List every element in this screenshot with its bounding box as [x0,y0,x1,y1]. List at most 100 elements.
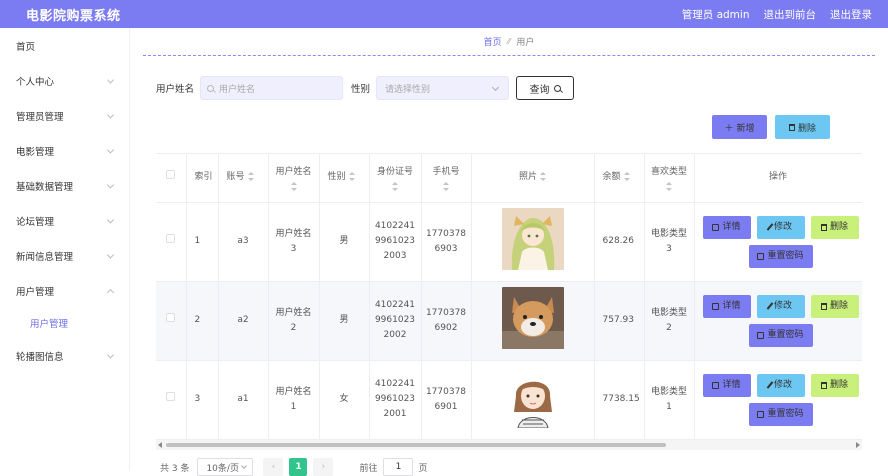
edit-button[interactable]: 修改 [756,294,805,318]
trash-icon [820,302,827,310]
col-name[interactable]: 用户姓名 [268,154,320,203]
goto-page-input[interactable]: 1 [383,458,414,476]
prev-page-button[interactable]: ‹ [263,458,284,476]
col-phone[interactable]: 手机号 [421,154,472,203]
chevron-down-icon [241,463,248,469]
breadcrumb-home[interactable]: 首页 [484,35,502,48]
detail-button[interactable]: 详情 [702,373,751,397]
cell-photo [471,281,595,361]
chevron-down-icon [106,350,115,359]
breadcrumb-separator-icon: ⁄⁄ [507,37,511,46]
page-size-select[interactable]: 10条/页 [197,458,254,476]
col-index: 索引 [186,154,219,203]
sort-icon[interactable] [392,181,398,191]
user-table: 索引 账号 用户姓名 性别 身份证号 手机号 照片 余额 喜欢类型 操作 1 a… [156,153,862,451]
logout-link[interactable]: 退出登录 [830,7,872,22]
row-select-cell [156,281,187,361]
reset-password-label: 重置密码 [767,408,804,419]
breadcrumb: 首页 ⁄⁄ 用户 [143,28,875,56]
batch-delete-button[interactable]: 删除 [775,115,830,139]
user-photo-anime-girl [501,207,564,270]
sidebar-item-movie-management[interactable]: 电影管理 [0,133,129,168]
sidebar-item-carousel[interactable]: 轮播图信息 [0,338,129,373]
col-photo[interactable]: 照片 [471,154,595,203]
add-button[interactable]: ＋ 新增 [712,115,767,139]
select-all-checkbox[interactable] [166,170,176,180]
sidebar-item-forum[interactable]: 论坛管理 [0,203,129,238]
pencil-icon [766,302,774,310]
cell-index: 2 [186,281,219,361]
col-balance-label: 余额 [602,172,621,183]
name-search-input[interactable]: 用户姓名 [200,76,344,100]
row-checkbox[interactable] [166,313,176,322]
sort-icon[interactable] [443,181,449,191]
batch-delete-label: 删除 [797,123,816,134]
sidebar-item-user-management[interactable]: 用户管理 [0,273,129,308]
sidebar-subitem-user-management[interactable]: 用户管理 [0,308,129,338]
cell-phone: 17703786901 [421,360,472,440]
sort-icon[interactable] [540,172,546,182]
cell-id-card: 410224199610232002 [369,281,422,361]
edit-label: 修改 [773,379,792,390]
delete-label: 删除 [829,221,848,232]
document-icon [757,410,765,418]
col-account[interactable]: 账号 [218,154,269,203]
sidebar-item-personal-center[interactable]: 个人中心 [0,63,129,98]
horizontal-scrollbar[interactable] [156,440,862,450]
cell-gender: 男 [319,281,370,361]
col-favorite[interactable]: 喜欢类型 [644,154,695,203]
col-id-card[interactable]: 身份证号 [369,154,422,203]
document-icon [712,302,720,310]
sort-icon[interactable] [247,172,254,182]
next-page-button[interactable]: › [313,458,334,476]
reset-password-button[interactable]: 重置密码 [748,244,813,268]
row-checkbox[interactable] [166,234,176,243]
query-button[interactable]: 查询 [516,76,575,100]
edit-label: 修改 [773,221,792,232]
sort-icon[interactable] [348,172,355,182]
chevron-down-icon [106,215,115,224]
table-row: 3 a1 用户姓名1 女 410224199610232001 17703786… [156,360,862,440]
sidebar-item-news[interactable]: 新闻信息管理 [0,238,129,273]
detail-button[interactable]: 详情 [702,215,751,239]
chevron-down-icon [491,83,500,92]
top-right-links: 管理员 admin 退出到前台 退出登录 [682,7,872,22]
delete-button[interactable]: 删除 [810,294,859,318]
reset-password-button[interactable]: 重置密码 [748,402,813,426]
search-bar: 用户姓名 用户姓名 性别 请选择性别 查询 [156,76,575,100]
cell-phone: 17703786903 [421,202,472,282]
sort-icon[interactable] [666,181,672,191]
sidebar-item-label: 个人中心 [16,76,55,88]
page-number-current[interactable]: 1 [289,458,308,476]
scroll-left-icon[interactable] [158,442,162,448]
delete-button[interactable]: 删除 [810,373,859,397]
cell-ops: 详情 修改 删除 重置密码 [694,202,862,282]
scrollbar-thumb[interactable] [166,443,666,447]
cell-phone: 17703786902 [421,281,472,361]
back-to-front-link[interactable]: 退出到前台 [764,7,817,22]
table-header-row: 索引 账号 用户姓名 性别 身份证号 手机号 照片 余额 喜欢类型 操作 [156,154,862,203]
delete-button[interactable]: 删除 [810,215,859,239]
edit-button[interactable]: 修改 [756,373,805,397]
reset-password-button[interactable]: 重置密码 [748,323,813,347]
gender-select[interactable]: 请选择性别 [376,76,510,100]
edit-button[interactable]: 修改 [756,215,805,239]
top-bar: 电影院购票系统 管理员 admin 退出到前台 退出登录 [0,0,888,28]
row-checkbox[interactable] [166,392,176,401]
sidebar-item-home[interactable]: 首页 [0,28,129,63]
detail-label: 详情 [722,300,741,311]
document-icon [712,223,720,231]
sidebar-item-admin-management[interactable]: 管理员管理 [0,98,129,133]
chevron-down-icon [106,250,115,259]
col-photo-label: 照片 [518,172,537,183]
col-balance[interactable]: 余额 [594,154,645,203]
col-ops: 操作 [694,154,862,203]
pagination: 共 3 条 10条/页 ‹ 1 › 前往 1 页 [160,458,427,476]
detail-button[interactable]: 详情 [702,294,751,318]
sidebar-item-basic-data[interactable]: 基础数据管理 [0,168,129,203]
scroll-right-icon[interactable] [856,442,860,448]
sort-icon[interactable] [290,181,297,191]
cell-account: a1 [218,360,269,440]
col-gender[interactable]: 性别 [319,154,370,203]
sort-icon[interactable] [623,172,630,182]
